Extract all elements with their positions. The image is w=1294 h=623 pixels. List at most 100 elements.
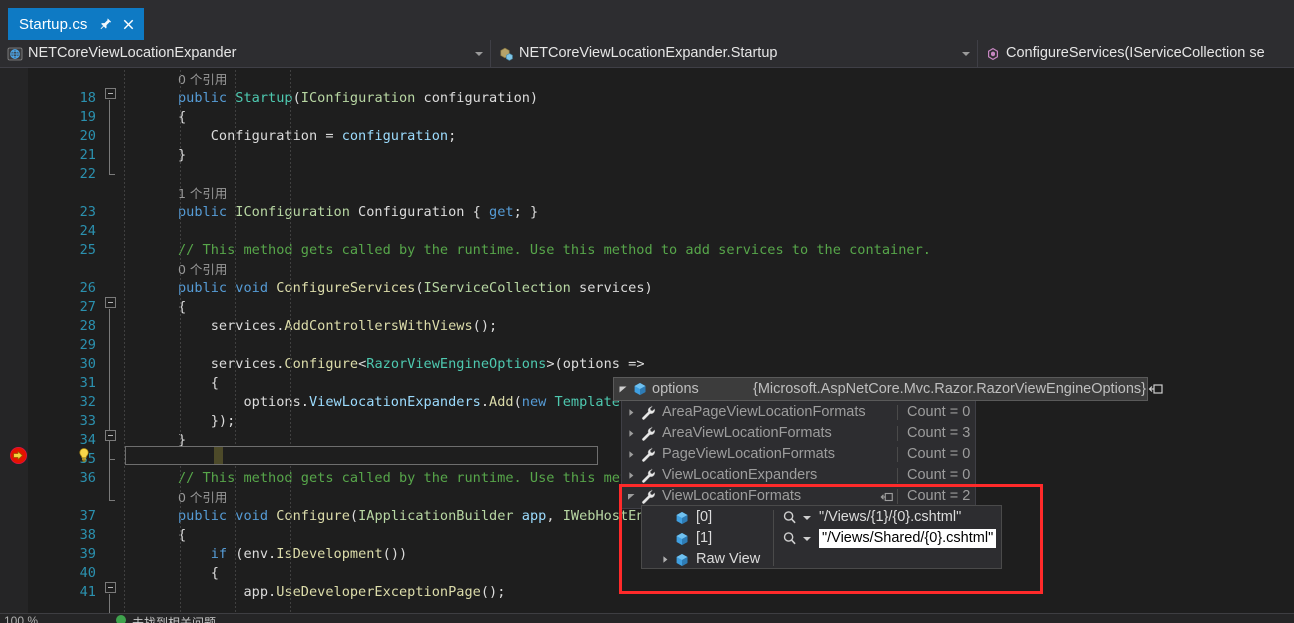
cursor-token-highlight <box>214 447 223 464</box>
line-number-gutter: 18 19 20 21 22 23 24 25 26 27 28 29 30 31 32 33 34 35 36 37… <box>36 68 104 613</box>
navbar-member-dropdown[interactable]: ConfigureServices(IServiceCollection se <box>978 40 1294 68</box>
datatip-children-list[interactable]: AreaPageViewLocationFormats Count = 0 Are… <box>621 401 976 509</box>
datatip-child-value-row[interactable]: "/Views/Shared/{0}.cshtml" <box>782 528 997 549</box>
magnifier-icon[interactable] <box>782 531 800 547</box>
chevron-down-icon[interactable] <box>800 515 813 520</box>
pin-to-source-icon[interactable] <box>877 490 897 504</box>
indicator-margin[interactable] <box>0 68 28 613</box>
tab-startup-cs[interactable]: Startup.cs <box>8 8 144 40</box>
indent-guide <box>290 70 291 613</box>
code-line[interactable]: public IConfiguration Configuration { ge… <box>178 203 538 222</box>
code-token: IConfiguration <box>300 90 416 106</box>
zoom-level[interactable]: 100 % <box>4 614 38 623</box>
current-line-highlight <box>125 446 598 465</box>
navbar-project-dropdown[interactable]: NETCoreViewLocationExpander <box>0 40 491 68</box>
code-line[interactable]: public void ConfigureServices(IServiceCo… <box>178 279 653 298</box>
triangle-right-icon[interactable] <box>622 408 640 417</box>
datatip-row-value: Count = 3 <box>897 426 977 441</box>
globe-icon <box>7 46 23 62</box>
visual-studio-window: Startup.cs NETCoreViewLocationExpander N… <box>0 0 1294 623</box>
codelens-label[interactable]: 1 个引用 <box>178 186 227 201</box>
code-token: Configuration { <box>349 204 490 220</box>
code-token: get <box>489 204 514 220</box>
datatip-child-value-row[interactable]: "/Views/{1}/{0}.cshtml" <box>782 507 961 528</box>
chevron-down-icon[interactable] <box>471 51 487 56</box>
codelens-label[interactable]: 0 个引用 <box>178 262 227 277</box>
datatip-row[interactable]: AreaPageViewLocationFormats Count = 0 <box>622 402 977 423</box>
code-token: { <box>178 565 219 581</box>
outlining-collapse-box[interactable] <box>105 297 116 308</box>
datatip-child-value[interactable]: "/Views/{1}/{0}.cshtml" <box>819 510 961 525</box>
line-number: 36 <box>79 470 96 486</box>
code-line[interactable]: { <box>178 374 219 393</box>
datatip-value-editor[interactable]: "/Views/Shared/{0}.cshtml" <box>819 528 997 549</box>
pin-to-source-icon[interactable] <box>1146 381 1166 397</box>
code-token: IConfiguration <box>235 204 350 220</box>
chevron-down-icon[interactable] <box>800 536 813 541</box>
codelens-label[interactable]: 0 个引用 <box>178 490 227 505</box>
triangle-right-icon[interactable] <box>622 429 640 438</box>
code-line[interactable]: // This method gets called by the runtim… <box>178 469 628 488</box>
code-line[interactable]: public void Configure(IApplicationBuilde… <box>178 507 653 526</box>
codelens-reference-count[interactable]: 0 个引用 <box>178 70 227 89</box>
code-token: IsDevelopment <box>276 546 383 562</box>
outlining-collapse-box[interactable] <box>105 582 116 593</box>
datatip-child-row[interactable]: [0] <box>642 507 773 528</box>
datatip-row[interactable]: AreaViewLocationFormats Count = 3 <box>622 423 977 444</box>
triangle-right-icon[interactable] <box>622 471 640 480</box>
lightbulb-icon[interactable] <box>76 447 92 464</box>
code-line[interactable]: { <box>178 564 219 583</box>
outlining-collapse-box[interactable] <box>105 88 116 99</box>
triangle-down-icon[interactable] <box>622 492 640 501</box>
datatip-row-value: Count = 0 <box>897 468 977 483</box>
triangle-collapse-icon[interactable] <box>616 384 630 394</box>
datatip-child-row[interactable]: [1] <box>642 528 773 549</box>
magnifier-icon[interactable] <box>782 510 800 526</box>
datatip-row[interactable]: ViewLocationFormats Count = 2 <box>622 486 977 507</box>
code-token: ConfigureServices <box>276 280 416 296</box>
pin-icon[interactable] <box>97 17 112 32</box>
datatip-child-row[interactable]: Raw View <box>642 549 773 570</box>
code-token: Startup <box>235 90 293 106</box>
datatip-row-name: ViewLocationExpanders <box>662 467 818 484</box>
code-token: ( <box>292 90 301 106</box>
code-line[interactable]: services.AddControllersWithViews(); <box>178 317 497 336</box>
breakpoint-glyph[interactable] <box>10 447 27 464</box>
triangle-right-icon[interactable] <box>656 555 674 564</box>
code-line[interactable]: }); <box>178 412 236 431</box>
outlining-margin[interactable] <box>104 68 122 613</box>
codelens-label[interactable]: 0 个引用 <box>178 72 227 87</box>
code-token: IWebHostEnv <box>562 508 653 524</box>
datatip-expanded-children[interactable]: [0] "/Views/{1}/{0}.cshtml" [1] "/Views/… <box>641 505 1002 569</box>
navbar-type-dropdown[interactable]: NETCoreViewLocationExpander.Startup <box>491 40 978 68</box>
datatip-row-name: ViewLocationFormats <box>662 488 802 505</box>
tab-label: Startup.cs <box>19 15 88 33</box>
close-icon[interactable] <box>121 17 136 32</box>
line-number: 33 <box>79 413 96 429</box>
outlining-collapse-box[interactable] <box>105 430 116 441</box>
code-line[interactable]: services.Configure<RazorViewEngineOption… <box>178 355 645 374</box>
codelens-reference-count[interactable]: 0 个引用 <box>178 488 227 507</box>
codelens-reference-count[interactable]: 1 个引用 <box>178 184 227 203</box>
line-number: 26 <box>79 280 96 296</box>
code-line[interactable]: options.ViewLocationExpanders.Add(new Te… <box>178 393 628 412</box>
triangle-right-icon[interactable] <box>622 450 640 459</box>
outlining-end-tick <box>109 500 115 501</box>
object-cube-icon <box>674 552 690 568</box>
datatip-row[interactable]: ViewLocationExpanders Count = 0 <box>622 465 977 486</box>
datatip-expression-value: {Microsoft.AspNetCore.Mvc.Razor.RazorVie… <box>753 380 1147 397</box>
datatip-header[interactable]: options {Microsoft.AspNetCore.Mvc.Razor.… <box>613 377 1163 401</box>
code-line[interactable]: if (env.IsDevelopment()) <box>178 545 407 564</box>
code-token: configuration <box>341 128 449 144</box>
codelens-reference-count[interactable]: 0 个引用 <box>178 260 227 279</box>
code-line[interactable]: app.UseDeveloperExceptionPage(); <box>178 583 505 602</box>
chevron-down-icon[interactable] <box>958 51 974 56</box>
code-token: ()) <box>382 546 408 562</box>
line-number: 31 <box>79 375 96 391</box>
code-line[interactable]: public Startup(IConfiguration configurat… <box>178 89 538 108</box>
line-number: 39 <box>79 546 96 562</box>
code-line[interactable]: Configuration = configuration; <box>178 127 457 146</box>
datatip-row[interactable]: PageViewLocationFormats Count = 0 <box>622 444 977 465</box>
indent-guide <box>180 70 181 613</box>
